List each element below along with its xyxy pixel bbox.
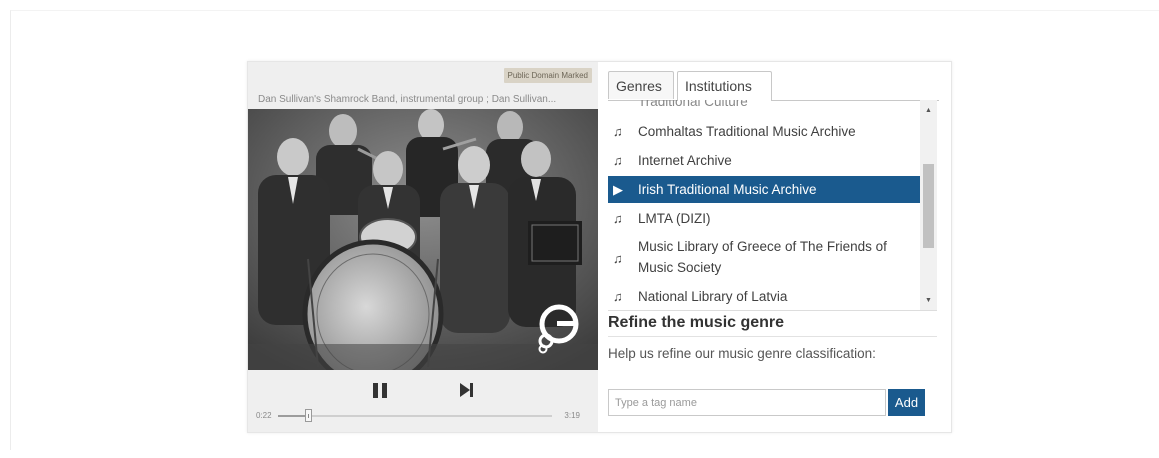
scroll-up-icon[interactable]: ▲ [920,104,937,118]
europeana-logo-icon [538,304,579,354]
music-note-icon: ♫ [613,153,623,168]
side-panel: Genres Institutions Traditional Culture … [598,62,951,432]
tag-name-input[interactable] [608,389,886,416]
album-photo [248,109,598,370]
pause-icon [373,383,378,398]
add-tag-button[interactable]: Add [888,389,925,416]
music-note-icon: ♫ [613,124,623,139]
tab-bar: Genres Institutions [608,71,939,101]
audio-player: Public Domain Marked Dan Sullivan's Sham… [248,62,598,432]
time-total: 3:19 [564,411,580,420]
rights-badge[interactable]: Public Domain Marked [503,68,592,83]
progress-handle[interactable] [305,409,313,422]
list-item[interactable]: Traditional Culture [608,100,920,112]
music-note-icon: ♫ [613,289,623,304]
tab-genres[interactable]: Genres [608,71,674,99]
progress-bar[interactable] [278,409,552,422]
music-widget: Public Domain Marked Dan Sullivan's Sham… [247,61,952,433]
play-icon: ▶ [613,182,623,197]
player-controls: 0:22 3:19 [248,370,598,432]
list-item[interactable]: ♫ National Library of Latvia [608,286,920,307]
refine-title: Refine the music genre [608,314,785,331]
skip-next-icon [460,383,473,397]
track-caption: Dan Sullivan's Shamrock Band, instrument… [258,94,557,105]
list-item[interactable]: ♫ LMTA (DIZI) [608,208,920,229]
progress-fill [278,415,309,417]
list-item[interactable]: ♫ Music Library of Greece of The Friends… [608,236,920,280]
list-scrollbar[interactable]: ▲ ▼ [920,100,937,310]
time-current: 0:22 [256,411,272,420]
music-note-icon: ♫ [613,211,623,226]
pause-button[interactable] [370,380,390,400]
refine-help-text: Help us refine our music genre classific… [608,346,876,361]
institutions-list: Traditional Culture ♫ Comhaltas Traditio… [608,100,937,311]
next-button[interactable] [456,380,476,400]
divider [608,336,937,337]
list-item-selected[interactable]: ▶ Irish Traditional Music Archive [608,176,920,203]
list-item[interactable]: ♫ Comhaltas Traditional Music Archive [608,121,920,142]
scroll-thumb[interactable] [923,164,934,248]
scroll-down-icon[interactable]: ▼ [920,294,937,308]
music-note-icon: ♫ [613,251,623,266]
list-item[interactable]: ♫ Internet Archive [608,150,920,171]
tab-institutions[interactable]: Institutions [677,71,772,101]
